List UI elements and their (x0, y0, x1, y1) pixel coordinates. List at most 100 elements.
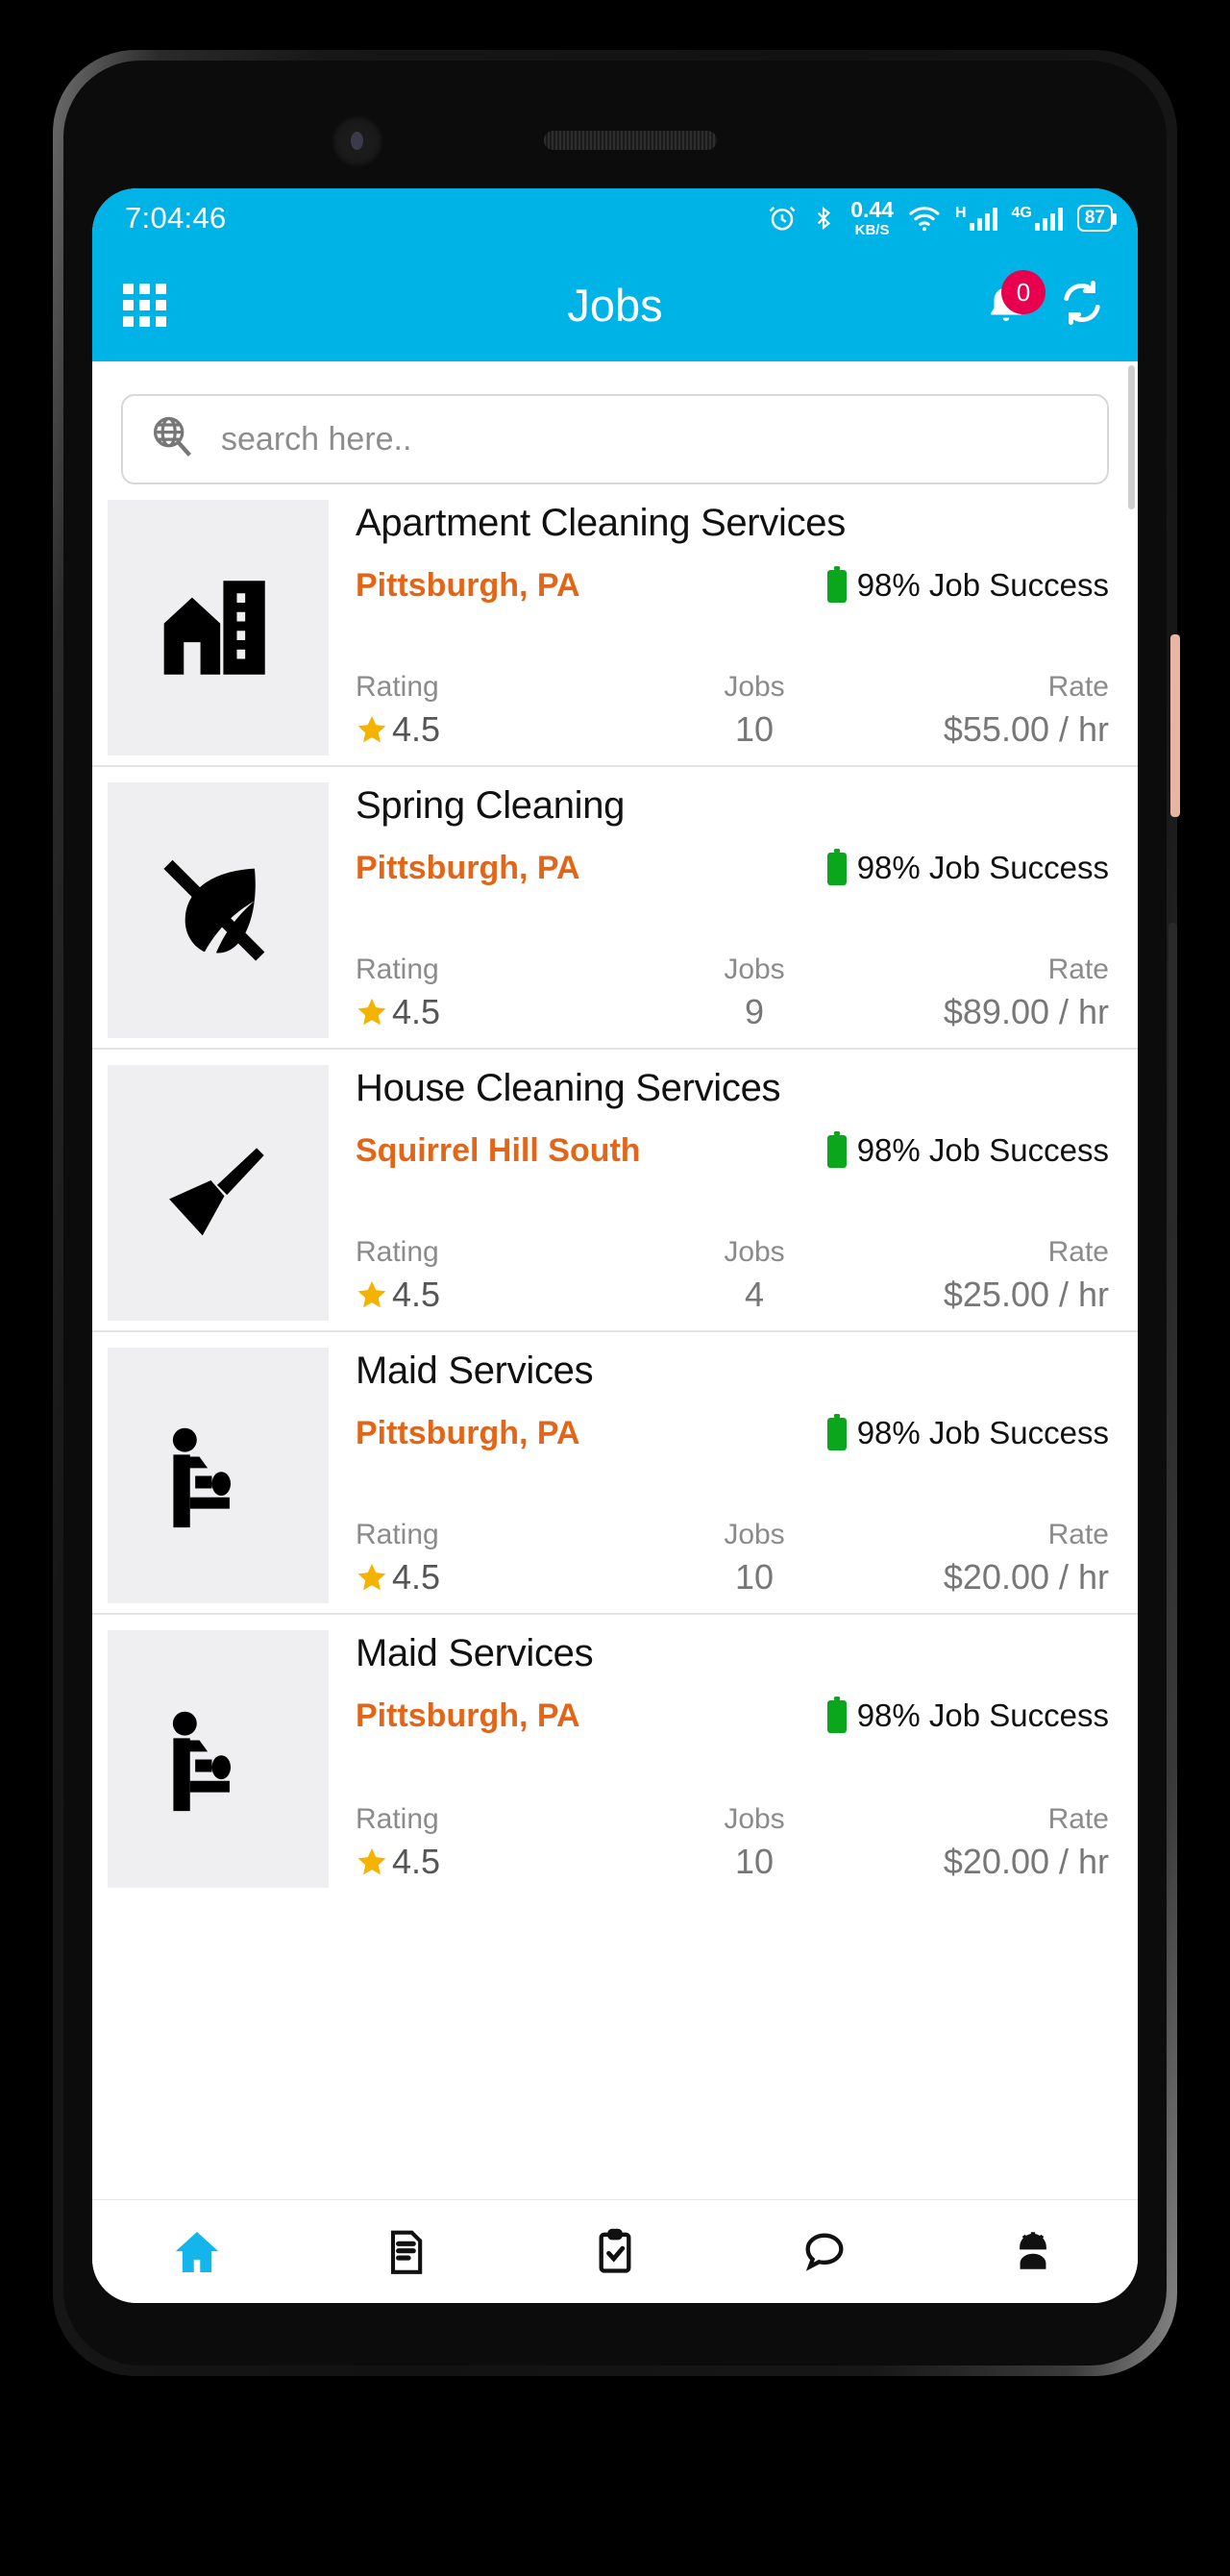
bottom-navigation (92, 2199, 1138, 2303)
rating-value: 4.5 (392, 992, 441, 1031)
maid-cleaning-icon (172, 1711, 231, 1812)
maid-cleaning-icon (172, 1427, 231, 1528)
rating-value: 4.5 (392, 709, 441, 749)
job-thumbnail (108, 782, 329, 1038)
page-title: Jobs (567, 279, 663, 331)
network-speed-value: 0.44 (850, 197, 894, 222)
job-location: Squirrel Hill South (356, 1131, 641, 1169)
job-rating: Rating 4.5 (356, 1519, 644, 1598)
job-rate: Rate $25.00 / hr (865, 1236, 1109, 1315)
star-icon (357, 1847, 386, 1875)
jobs-label: Jobs (724, 1519, 785, 1550)
status-bar: 7:04:46 0.44 KB/S H 4G 87 (92, 188, 1138, 248)
jobs-value: 4 (744, 1275, 765, 1314)
job-title: Apartment Cleaning Services (356, 502, 846, 544)
grid-menu-icon[interactable] (123, 283, 166, 327)
nav-home[interactable] (92, 2225, 302, 2279)
rate-label: Rate (1047, 1803, 1109, 1835)
home-icon (175, 2231, 218, 2272)
notification-badge: 0 (1001, 270, 1046, 314)
job-count: Jobs 10 (644, 1519, 865, 1598)
job-rate: Rate $89.00 / hr (865, 954, 1109, 1032)
job-card[interactable]: Maid Services Pittsburgh, PA 98% Job Suc… (92, 1332, 1138, 1615)
rating-label: Rating (356, 954, 439, 985)
nav-chat[interactable] (720, 2227, 929, 2277)
job-card[interactable]: Spring Cleaning Pittsburgh, PA 98% Job S… (92, 767, 1138, 1050)
broom-icon (169, 1148, 264, 1236)
scrollbar-thumb[interactable] (1128, 365, 1135, 509)
battery-level: 87 (1084, 208, 1105, 228)
job-count: Jobs 9 (644, 954, 865, 1032)
star-icon (357, 1563, 386, 1591)
job-title: Maid Services (356, 1632, 594, 1674)
job-list-scroll[interactable]: search here.. Apartment Cleaning Service… (92, 361, 1138, 2199)
star-icon (357, 715, 386, 743)
rate-label: Rate (1047, 671, 1109, 703)
clipboard-check-icon (599, 2228, 631, 2273)
leaf-slash-icon (163, 859, 265, 961)
job-thumbnail (108, 1348, 329, 1603)
star-icon (357, 1280, 386, 1308)
battery-icon: 87 (1076, 205, 1118, 232)
job-thumbnail (108, 1630, 329, 1888)
job-rating: Rating 4.5 (356, 954, 644, 1032)
alarm-icon (768, 204, 797, 233)
job-count: Jobs 10 (644, 671, 865, 750)
refresh-button[interactable] (1057, 278, 1107, 333)
rating-label: Rating (356, 671, 439, 703)
nav-documents[interactable] (302, 2227, 511, 2277)
jobs-value: 10 (734, 1557, 775, 1597)
job-success-text: 98% Job Success (856, 850, 1109, 885)
nav-profile[interactable] (928, 2227, 1138, 2277)
status-clock: 7:04:46 (125, 201, 227, 235)
success-badge-icon (826, 1697, 847, 1733)
front-camera (332, 115, 383, 167)
job-success-text: 98% Job Success (856, 1132, 1109, 1168)
signal-h-icon: H (955, 206, 997, 231)
job-rate: Rate $20.00 / hr (865, 1519, 1109, 1598)
wifi-icon (908, 205, 941, 232)
job-title: Spring Cleaning (356, 784, 626, 827)
job-rate: Rate $55.00 / hr (865, 671, 1109, 750)
job-card[interactable]: Apartment Cleaning Services Pittsburgh, … (92, 484, 1138, 767)
signal-4g-label: 4G (1011, 205, 1032, 221)
job-location: Pittsburgh, PA (356, 1414, 580, 1451)
earpiece-speaker (544, 131, 717, 150)
job-rating: Rating 4.5 (356, 671, 644, 750)
rating-value: 4.5 (392, 1275, 441, 1314)
job-count: Jobs 4 (644, 1236, 865, 1315)
success-badge-icon (826, 1414, 847, 1450)
rate-value: $20.00 / hr (943, 1842, 1109, 1881)
job-location: Pittsburgh, PA (356, 1697, 580, 1734)
job-thumbnail (108, 1065, 329, 1321)
phone-screen: 7:04:46 0.44 KB/S H 4G 87 Jobs 0 search … (92, 188, 1138, 2303)
jobs-value: 10 (734, 709, 775, 749)
volume-button[interactable] (1168, 923, 1177, 1221)
signal-4g-icon: 4G (1012, 206, 1063, 231)
search-bar[interactable]: search here.. (121, 394, 1109, 484)
power-button[interactable] (1170, 634, 1180, 817)
rate-label: Rate (1047, 1236, 1109, 1268)
job-card[interactable]: Maid Services Pittsburgh, PA 98% Job Suc… (92, 1615, 1138, 1897)
success-badge-icon (826, 566, 847, 603)
bluetooth-icon (811, 204, 836, 233)
rate-value: $25.00 / hr (943, 1275, 1109, 1314)
job-card[interactable]: House Cleaning Services Squirrel Hill So… (92, 1050, 1138, 1332)
chat-bubble-icon (805, 2232, 844, 2271)
app-bar: Jobs 0 (92, 248, 1138, 361)
job-location: Pittsburgh, PA (356, 849, 580, 886)
nav-tasks[interactable] (510, 2227, 720, 2277)
document-icon (391, 2230, 423, 2274)
jobs-label: Jobs (724, 954, 785, 985)
refresh-icon (1064, 280, 1100, 325)
rating-value: 4.5 (392, 1557, 441, 1597)
job-success: 98% Job Success (824, 849, 1109, 887)
success-badge-icon (826, 849, 847, 885)
job-thumbnail (108, 500, 329, 755)
notification-button[interactable]: 0 (982, 270, 1046, 332)
rate-label: Rate (1047, 1519, 1109, 1550)
network-speed: 0.44 KB/S (850, 197, 894, 238)
rating-label: Rating (356, 1519, 439, 1550)
signal-h-label: H (954, 205, 967, 221)
search-input[interactable]: search here.. (221, 421, 411, 458)
